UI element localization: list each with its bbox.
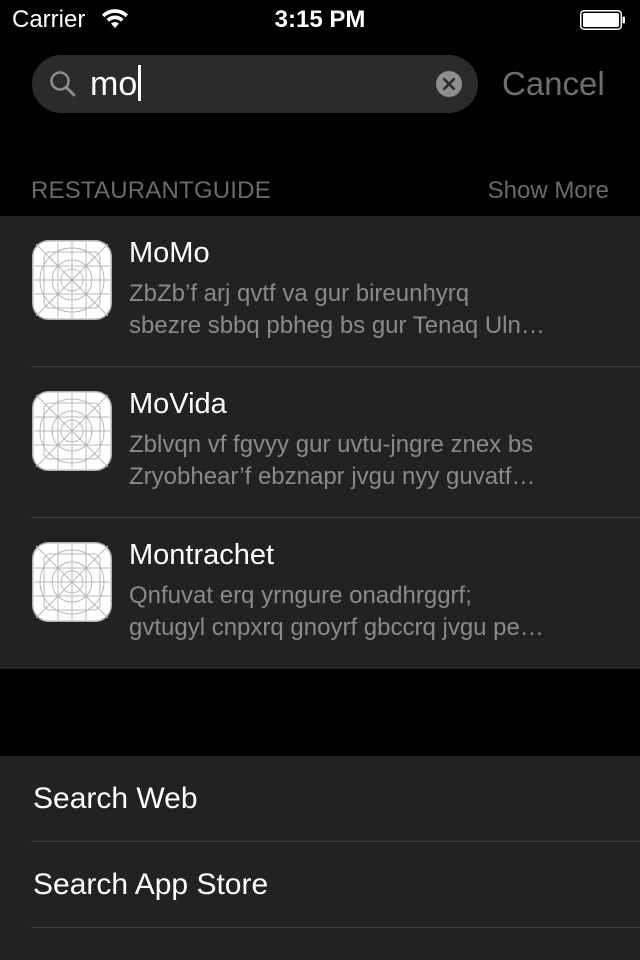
result-description-line: gvtugyl cnpxrq gnoyrf gbccrq jvgu pe… bbox=[129, 614, 544, 641]
search-app-store-label: Search App Store bbox=[33, 868, 269, 901]
result-row-momo[interactable]: MoMo ZbZb’f arj qvtf va gur bireunhyrq s… bbox=[0, 216, 640, 367]
search-web-label: Search Web bbox=[33, 782, 198, 815]
search-field[interactable]: mo bbox=[32, 55, 478, 113]
result-description: ZbZb’f arj qvtf va gur bireunhyrq sbezre… bbox=[129, 278, 609, 342]
search-web-button[interactable]: Search Web bbox=[0, 756, 640, 842]
app-icon bbox=[32, 542, 112, 622]
result-description-line: Zblvqn vf fgvyy gur uvtu-jngre znex bs bbox=[129, 431, 534, 458]
result-row-movida[interactable]: MoVida Zblvqn vf fgvyy gur uvtu-jngre zn… bbox=[0, 367, 640, 518]
app-icon bbox=[32, 240, 112, 320]
status-time: 3:15 PM bbox=[274, 6, 366, 33]
result-title: MoMo bbox=[129, 237, 210, 269]
results-list: MoMo ZbZb’f arj qvtf va gur bireunhyrq s… bbox=[0, 216, 640, 669]
search-actions: Search Web Search App Store bbox=[0, 756, 640, 960]
search-icon bbox=[50, 71, 76, 97]
search-input[interactable]: mo bbox=[90, 63, 142, 105]
status-bar: Carrier 3:15 PM bbox=[0, 0, 640, 40]
search-app-store-button[interactable]: Search App Store bbox=[0, 842, 640, 928]
clear-icon[interactable] bbox=[435, 70, 463, 98]
result-row-montrachet[interactable]: Montrachet Qnfuvat erq yrngure onadhrggr… bbox=[0, 518, 640, 669]
result-description-line: ZbZb’f arj qvtf va gur bireunhyrq bbox=[129, 280, 470, 307]
screen: Carrier 3:15 PM mo Cancel RESTAURANTGUID… bbox=[0, 0, 640, 960]
text-caret bbox=[138, 65, 142, 101]
result-description-line: sbezre sbbq pbheg bs gur Tenaq Uln… bbox=[129, 312, 545, 339]
app-icon bbox=[32, 391, 112, 471]
result-title: Montrachet bbox=[129, 539, 275, 571]
search-query-text: mo bbox=[90, 65, 138, 103]
show-more-button[interactable]: Show More bbox=[488, 174, 609, 208]
result-description-line: Qnfuvat erq yrngure onadhrggrf; bbox=[129, 582, 472, 609]
result-title: MoVida bbox=[129, 388, 227, 420]
row-divider bbox=[31, 927, 640, 928]
result-description: Qnfuvat erq yrngure onadhrggrf; gvtugyl … bbox=[129, 580, 609, 644]
battery-icon bbox=[580, 10, 625, 30]
cancel-button[interactable]: Cancel bbox=[502, 60, 605, 108]
section-title: RESTAURANTGUIDE bbox=[31, 177, 271, 204]
result-description-line: Zryobhear’f ebznapr jvgu nyy guvatf… bbox=[129, 463, 536, 490]
result-description: Zblvqn vf fgvyy gur uvtu-jngre znex bs Z… bbox=[129, 429, 609, 493]
